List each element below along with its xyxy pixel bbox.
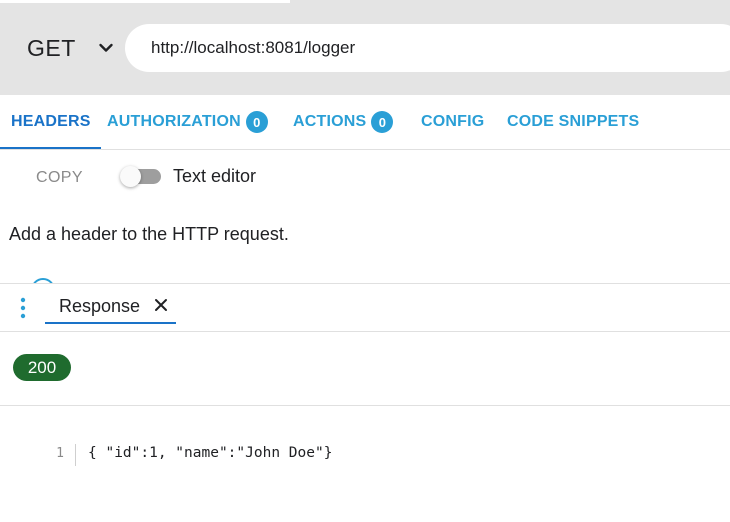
tab-config[interactable]: CONFIG xyxy=(421,95,484,149)
response-body-line: 1 { "id":1, "name":"John Doe"} xyxy=(0,444,730,466)
response-bar: Response xyxy=(0,283,730,332)
text-editor-toggle[interactable] xyxy=(120,166,162,188)
url-field[interactable] xyxy=(125,24,730,72)
tab-actions-label: ACTIONS xyxy=(293,113,367,130)
method-label: GET xyxy=(27,34,76,61)
request-bar: GET xyxy=(0,0,730,95)
url-input[interactable] xyxy=(151,38,711,58)
headers-empty-hint: Add a header to the HTTP request. xyxy=(9,224,289,244)
status-badge: 200 xyxy=(13,354,71,381)
tab-code-snippets-label: CODE SNIPPETS xyxy=(507,113,640,130)
toggle-thumb xyxy=(120,166,141,187)
tab-actions[interactable]: ACTIONS 0 xyxy=(293,95,394,149)
tab-code-snippets[interactable]: CODE SNIPPETS xyxy=(507,95,639,149)
divider xyxy=(0,405,730,406)
tab-config-label: CONFIG xyxy=(421,113,485,130)
method-selector[interactable]: GET xyxy=(27,33,114,63)
close-icon[interactable] xyxy=(154,298,168,312)
actions-count-badge: 0 xyxy=(371,111,394,133)
response-body-text: { "id":1, "name":"John Doe"} xyxy=(88,445,333,461)
tab-response[interactable]: Response xyxy=(45,284,176,324)
tab-authorization-label: AUTHORIZATION xyxy=(107,113,241,130)
tab-headers-label: HEADERS xyxy=(11,113,91,130)
request-editor: GET HEADERS AUTHORIZATION 0 ACTIONS 0 CO… xyxy=(0,0,730,522)
top-strip xyxy=(0,0,290,3)
chevron-down-icon xyxy=(99,43,113,52)
response-tab-label: Response xyxy=(59,296,141,316)
line-number: 1 xyxy=(56,446,64,461)
request-tabs: HEADERS AUTHORIZATION 0 ACTIONS 0 CONFIG… xyxy=(0,95,730,150)
kebab-menu-icon[interactable] xyxy=(18,297,28,319)
text-editor-label: Text editor xyxy=(173,166,257,186)
tab-authorization[interactable]: AUTHORIZATION 0 xyxy=(107,95,268,149)
tab-headers[interactable]: HEADERS xyxy=(0,95,101,149)
gutter-divider xyxy=(75,444,76,466)
authorization-count-badge: 0 xyxy=(245,111,268,133)
copy-button[interactable]: COPY xyxy=(36,169,83,187)
